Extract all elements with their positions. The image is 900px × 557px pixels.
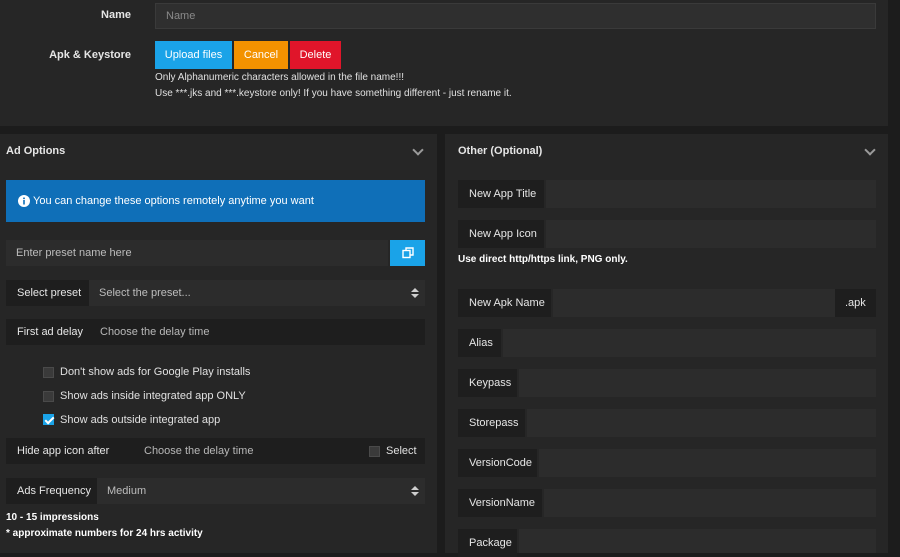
storepass-label: Storepass bbox=[458, 409, 525, 437]
hide-icon-select-label[interactable]: Select bbox=[386, 445, 417, 457]
apk-keystore-label: Apk & Keystore bbox=[49, 49, 131, 61]
hide-icon-label: Hide app icon after bbox=[17, 445, 110, 457]
keypass-input[interactable] bbox=[519, 369, 876, 397]
preset-name-input[interactable]: Enter preset name here bbox=[6, 240, 388, 266]
chevron-down-icon[interactable] bbox=[412, 144, 424, 156]
alias-input[interactable] bbox=[503, 329, 876, 357]
upload-files-button[interactable]: Upload files bbox=[155, 41, 232, 69]
checkbox-outside-app[interactable] bbox=[43, 414, 54, 425]
ads-frequency-label: Ads Frequency bbox=[17, 485, 91, 497]
check-label-outside-app[interactable]: Show ads outside integrated app bbox=[60, 414, 220, 426]
delete-button[interactable]: Delete bbox=[290, 41, 341, 69]
select-preset-label: Select preset bbox=[17, 287, 82, 299]
impressions-text: 10 - 15 impressions bbox=[6, 512, 99, 523]
package-input[interactable] bbox=[519, 529, 876, 553]
new-app-title-label: New App Title bbox=[458, 180, 544, 208]
footnote-text: * approximate numbers for 24 hrs activit… bbox=[6, 528, 203, 539]
new-app-icon-input[interactable] bbox=[546, 220, 876, 248]
ad-options-title: Ad Options bbox=[6, 145, 66, 157]
info-text: You can change these options remotely an… bbox=[33, 195, 314, 207]
name-input[interactable]: Name bbox=[155, 3, 876, 29]
keystore-note: Use ***.jks and ***.keystore only! If yo… bbox=[155, 88, 512, 99]
info-box: You can change these options remotely an… bbox=[6, 180, 425, 222]
hide-icon-input[interactable]: Choose the delay time bbox=[134, 438, 334, 464]
ads-frequency-row: Ads Frequency Medium bbox=[6, 478, 425, 504]
hide-icon-row: Hide app icon after Choose the delay tim… bbox=[6, 438, 425, 464]
checkbox-google-play[interactable] bbox=[43, 367, 54, 378]
new-apk-name-input[interactable] bbox=[553, 289, 835, 317]
versioncode-input[interactable] bbox=[539, 449, 876, 477]
icon-note: Use direct http/https link, PNG only. bbox=[458, 254, 628, 265]
first-ad-delay-input[interactable]: Choose the delay time bbox=[90, 319, 425, 345]
check-label-inside-app[interactable]: Show ads inside integrated app ONLY bbox=[60, 390, 246, 402]
select-preset-row: Select preset Select the preset... bbox=[6, 280, 425, 306]
select-preset-dropdown[interactable]: Select the preset... bbox=[89, 280, 425, 306]
select-arrows-icon bbox=[411, 288, 419, 298]
name-label: Name bbox=[101, 9, 131, 21]
ads-frequency-dropdown[interactable]: Medium bbox=[97, 478, 425, 504]
copy-icon bbox=[402, 247, 414, 259]
top-panel: Name Name Apk & Keystore Upload files Ca… bbox=[0, 0, 888, 126]
first-ad-delay-label: First ad delay bbox=[17, 326, 84, 338]
select-arrows-icon bbox=[411, 486, 419, 496]
chevron-down-icon[interactable] bbox=[864, 144, 876, 156]
info-icon bbox=[18, 195, 30, 207]
new-app-icon-label: New App Icon bbox=[458, 220, 544, 248]
apk-suffix: .apk bbox=[835, 289, 876, 317]
storepass-input[interactable] bbox=[527, 409, 876, 437]
first-ad-delay-row: First ad delay Choose the delay time bbox=[6, 319, 425, 345]
other-panel: Other (Optional) New App Title New App I… bbox=[445, 134, 888, 557]
alias-label: Alias bbox=[458, 329, 501, 357]
new-app-title-input[interactable] bbox=[546, 180, 876, 208]
check-label-google-play[interactable]: Don't show ads for Google Play installs bbox=[60, 366, 250, 378]
cancel-button[interactable]: Cancel bbox=[234, 41, 288, 69]
hide-icon-select-checkbox[interactable] bbox=[369, 446, 380, 457]
new-apk-name-label: New Apk Name bbox=[458, 289, 551, 317]
ad-options-panel: Ad Options You can change these options … bbox=[0, 134, 437, 553]
keypass-label: Keypass bbox=[458, 369, 517, 397]
other-title: Other (Optional) bbox=[458, 145, 543, 157]
versionname-input[interactable] bbox=[544, 489, 876, 517]
versioncode-label: VersionCode bbox=[458, 449, 537, 477]
versionname-label: VersionName bbox=[458, 489, 542, 517]
copy-preset-button[interactable] bbox=[390, 240, 425, 266]
filename-note: Only Alphanumeric characters allowed in … bbox=[155, 72, 405, 83]
checkbox-inside-app[interactable] bbox=[43, 391, 54, 402]
